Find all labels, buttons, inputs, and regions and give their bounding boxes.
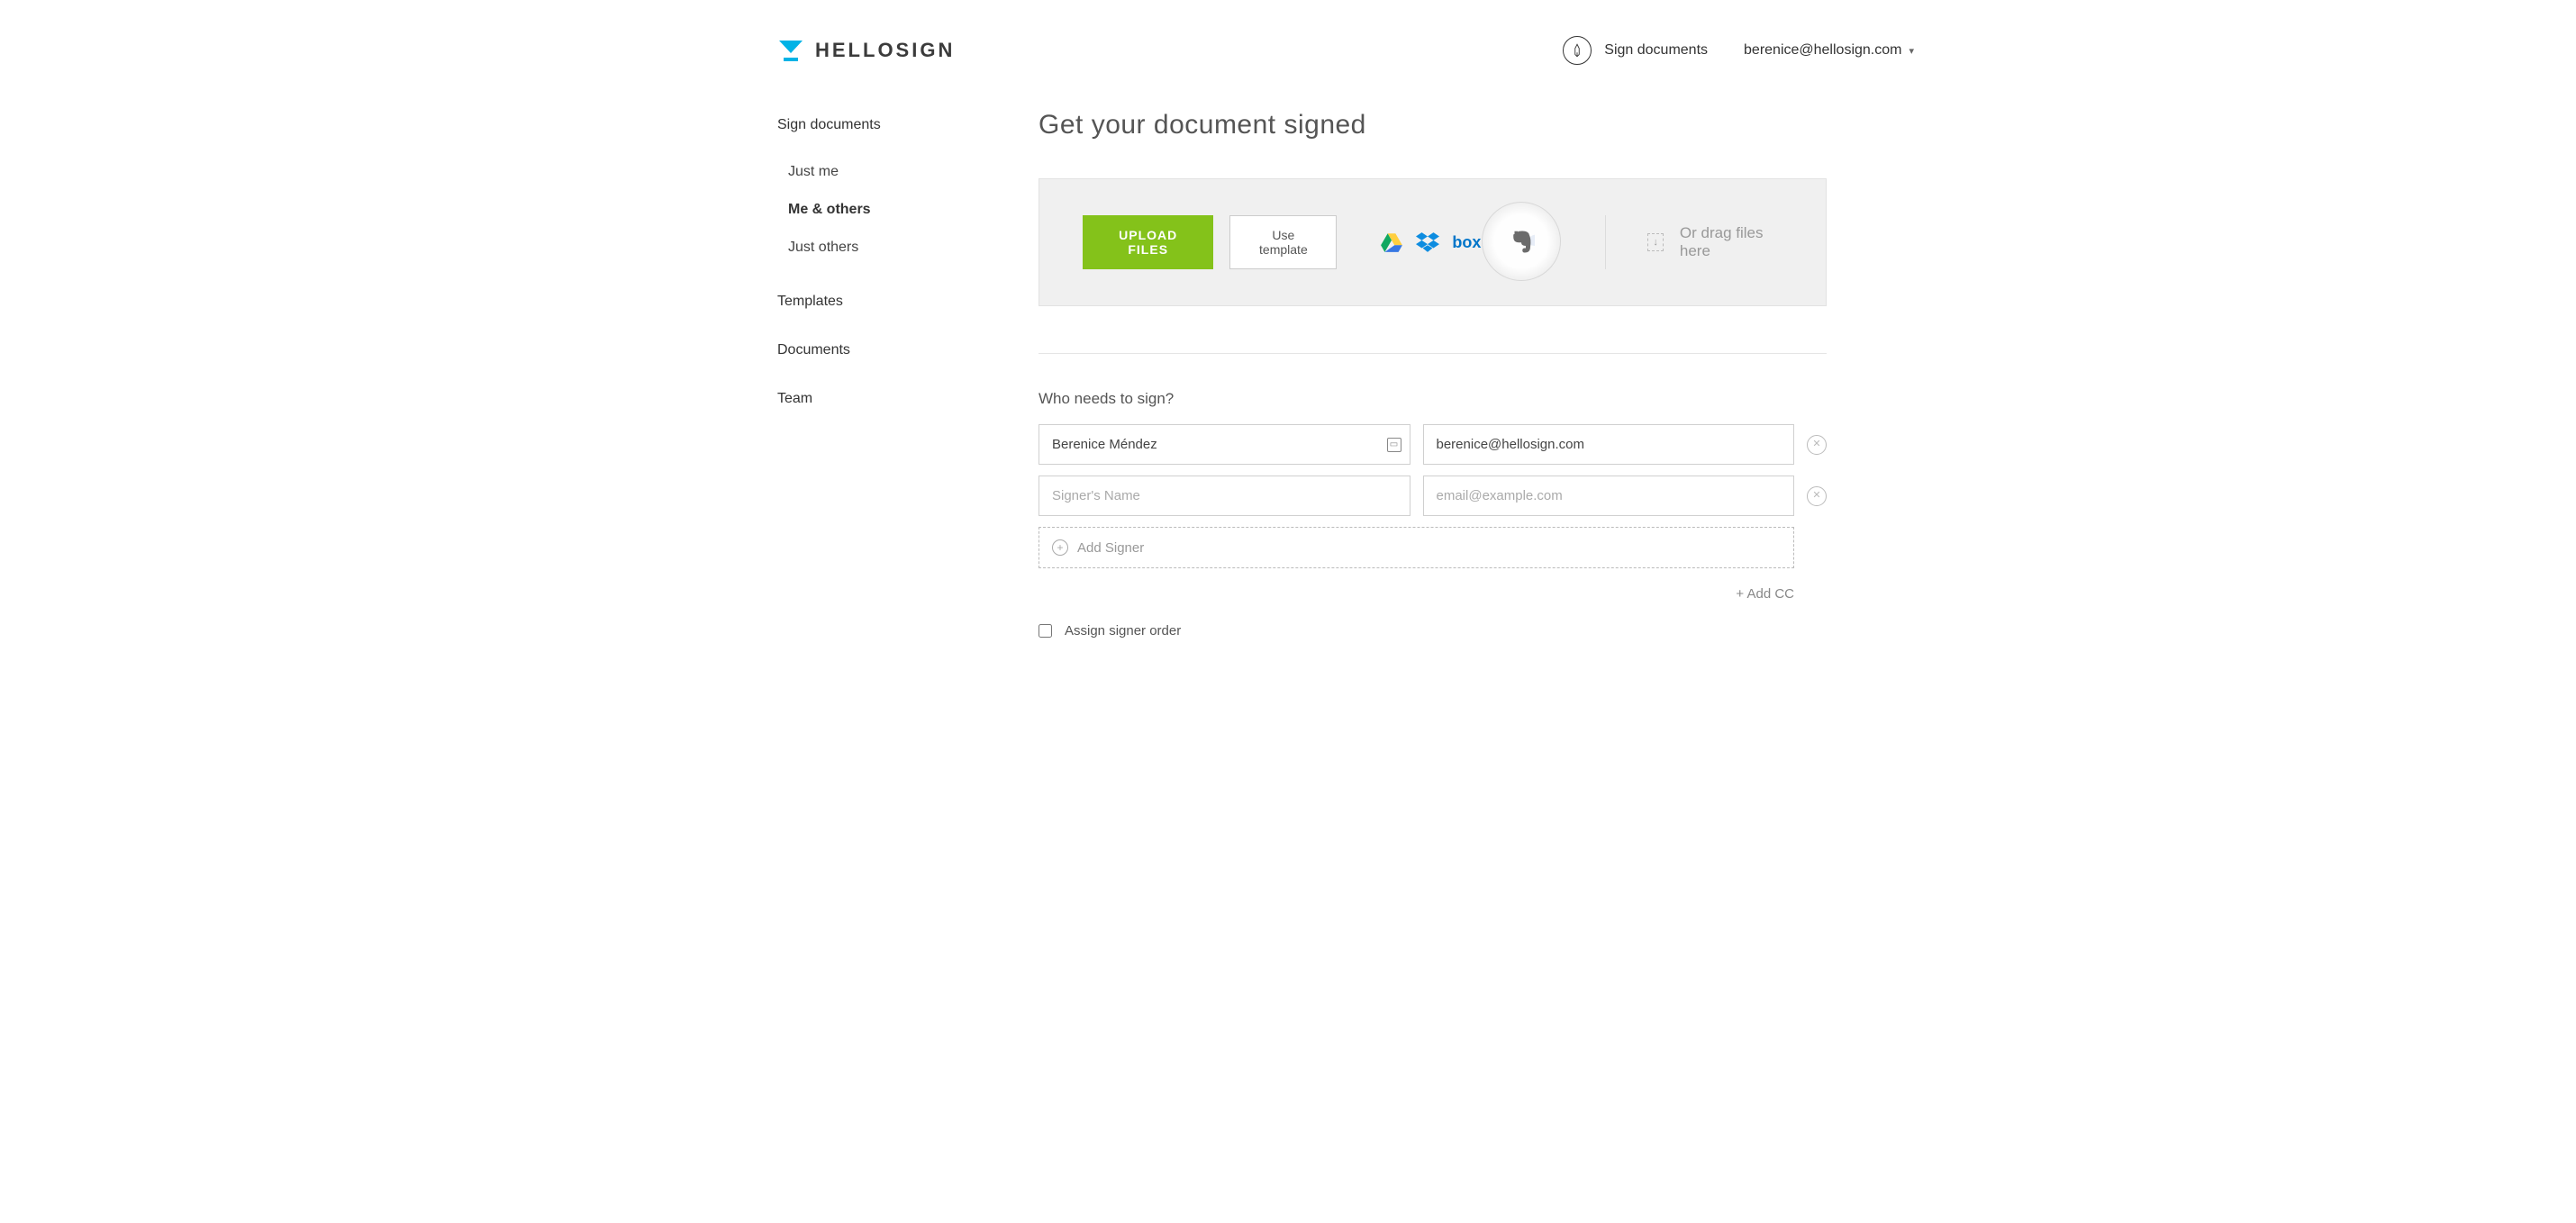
close-icon: ✕ [1812, 439, 1820, 449]
pen-icon [1563, 36, 1592, 65]
page-title: Get your document signed [1039, 110, 1827, 140]
sign-documents-link[interactable]: Sign documents [1563, 36, 1708, 65]
google-drive-icon[interactable] [1380, 231, 1403, 254]
box-icon[interactable]: box [1452, 231, 1475, 254]
download-icon: ↓ [1647, 233, 1664, 251]
signer-row: ▭ ✕ [1039, 424, 1827, 465]
upload-panel: UPLOAD FILES Use template [1039, 178, 1827, 306]
user-email: berenice@hellosign.com [1744, 42, 1901, 59]
remove-signer-button[interactable]: ✕ [1807, 486, 1827, 506]
signer-name-input[interactable] [1039, 424, 1410, 465]
divider [1039, 353, 1827, 354]
chevron-down-icon: ▾ [1909, 45, 1914, 57]
sidebar-team[interactable]: Team [777, 391, 1039, 407]
drag-files-label: Or drag files here [1680, 224, 1782, 260]
add-signer-label: Add Signer [1077, 540, 1144, 556]
sidebar-templates[interactable]: Templates [777, 294, 1039, 310]
integration-icons: box [1380, 231, 1535, 254]
who-needs-sign-label: Who needs to sign? [1039, 390, 1827, 408]
signer-name-input[interactable] [1039, 476, 1410, 516]
dropbox-icon[interactable] [1416, 231, 1439, 254]
assign-order-label: Assign signer order [1065, 623, 1181, 639]
signer-email-input[interactable] [1423, 424, 1795, 465]
header: HELLOSIGN Sign documents berenice@hellos… [662, 0, 1914, 110]
main-content: Get your document signed UPLOAD FILES Us… [1039, 110, 1827, 639]
logo-mark-icon [777, 37, 804, 64]
logo[interactable]: HELLOSIGN [777, 37, 955, 64]
use-template-button[interactable]: Use template [1229, 215, 1337, 269]
sign-documents-label: Sign documents [1604, 42, 1708, 59]
plus-icon: + [1052, 539, 1068, 556]
logo-text: HELLOSIGN [815, 39, 955, 62]
evernote-icon[interactable] [1488, 231, 1511, 254]
sidebar: Sign documents Just me Me & others Just … [777, 110, 1039, 639]
close-icon: ✕ [1812, 491, 1820, 501]
assign-signer-order: Assign signer order [1039, 623, 1827, 639]
assign-order-checkbox[interactable] [1039, 624, 1052, 638]
user-menu[interactable]: berenice@hellosign.com ▾ [1744, 42, 1914, 59]
sidebar-item-just-me[interactable]: Just me [788, 153, 1039, 191]
upload-files-button[interactable]: UPLOAD FILES [1083, 215, 1213, 269]
vertical-divider [1605, 215, 1606, 269]
sidebar-documents[interactable]: Documents [777, 342, 1039, 358]
remove-signer-button[interactable]: ✕ [1807, 435, 1827, 455]
add-signer-button[interactable]: + Add Signer [1039, 527, 1794, 568]
drag-files-area[interactable]: ↓ Or drag files here [1647, 224, 1782, 260]
add-cc-link[interactable]: + Add CC [1039, 586, 1827, 602]
signer-row: ✕ [1039, 476, 1827, 516]
sidebar-item-me-others[interactable]: Me & others [788, 191, 1039, 229]
contact-card-icon[interactable]: ▭ [1387, 438, 1401, 452]
sidebar-sign-documents[interactable]: Sign documents [777, 117, 1039, 133]
signer-email-input[interactable] [1423, 476, 1795, 516]
sidebar-item-just-others[interactable]: Just others [788, 229, 1039, 267]
onedrive-icon[interactable] [1524, 231, 1535, 254]
